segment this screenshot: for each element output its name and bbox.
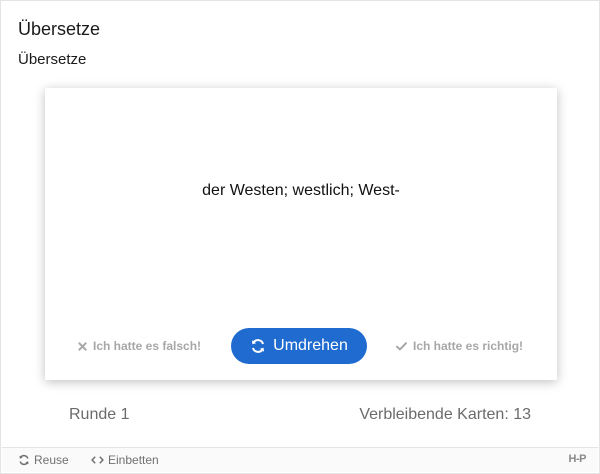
embed-button[interactable]: Einbetten	[91, 453, 159, 467]
flip-button[interactable]: Umdrehen	[231, 328, 367, 364]
task-description: Übersetze	[18, 51, 87, 68]
card-text: der Westen; westlich; West-	[202, 182, 400, 199]
wrong-button[interactable]: Ich hatte es falsch!	[78, 339, 201, 353]
recycle-icon	[19, 454, 29, 466]
right-button[interactable]: Ich hatte es richtig!	[396, 339, 523, 353]
h5p-logo[interactable]: H-P	[569, 453, 587, 465]
check-icon	[396, 341, 407, 350]
flip-button-label: Umdrehen	[273, 337, 348, 354]
code-icon	[91, 456, 104, 464]
close-icon	[78, 341, 87, 351]
wrong-button-label: Ich hatte es falsch!	[93, 339, 202, 353]
page-title: Übersetze	[18, 19, 101, 39]
remaining-cards: Verbleibende Karten: 13	[359, 406, 531, 423]
flashcard: der Westen; westlich; West- Ich hatte es…	[45, 88, 557, 380]
footer-bar: Reuse Einbetten H-P	[2, 447, 598, 472]
right-button-label: Ich hatte es richtig!	[413, 339, 524, 353]
reuse-label: Reuse	[34, 453, 69, 467]
round-counter: Runde 1	[69, 406, 130, 423]
content-frame: Übersetze Übersetze der Westen; westlich…	[0, 0, 600, 474]
embed-label: Einbetten	[108, 453, 159, 467]
reuse-button[interactable]: Reuse	[18, 453, 69, 467]
refresh-icon	[252, 339, 265, 353]
